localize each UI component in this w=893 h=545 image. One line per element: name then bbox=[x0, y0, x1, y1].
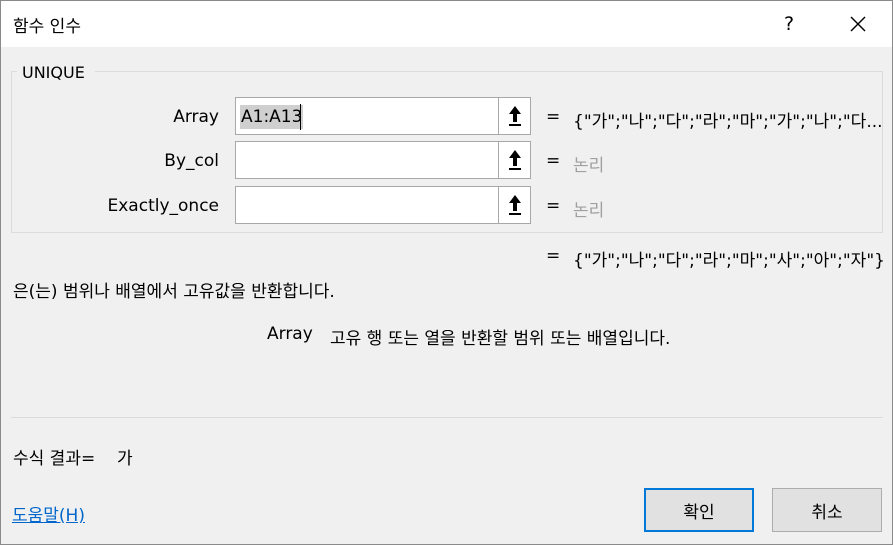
arg-description-text: 고유 행 또는 열을 반환할 범위 또는 배열입니다. bbox=[330, 329, 671, 349]
function-name: UNIQUE bbox=[22, 63, 85, 82]
equals-sign: = bbox=[546, 151, 561, 171]
ok-button[interactable]: 확인 bbox=[644, 488, 754, 532]
cancel-button[interactable]: 취소 bbox=[772, 488, 882, 532]
result-equals-sign: = bbox=[546, 246, 561, 266]
array-input-value: A1:A13 bbox=[240, 105, 304, 129]
equals-sign: = bbox=[546, 196, 561, 216]
exactly-once-collapse-button[interactable] bbox=[498, 187, 530, 223]
text-caret bbox=[300, 104, 301, 130]
collapse-dialog-icon bbox=[509, 106, 521, 126]
formula-result-value: 가 bbox=[117, 449, 133, 469]
close-icon bbox=[850, 16, 866, 32]
exactly-once-evaluated-value: 논리 bbox=[573, 201, 605, 221]
array-collapse-button[interactable] bbox=[498, 98, 530, 134]
formula-result-label: 수식 결과= bbox=[13, 449, 96, 469]
by-col-collapse-button[interactable] bbox=[498, 142, 530, 178]
exactly-once-input-value bbox=[240, 194, 242, 218]
close-button[interactable] bbox=[843, 9, 873, 39]
function-result-value: {"가";"나";"다";"라";"마";"사";"아";"자"} bbox=[573, 251, 885, 271]
help-link[interactable]: 도움말(H) bbox=[12, 501, 85, 526]
dialog-title: 함수 인수 bbox=[13, 17, 81, 37]
arg-label-array: Array bbox=[173, 107, 219, 127]
help-button[interactable]: ? bbox=[777, 9, 801, 39]
equals-sign: = bbox=[546, 107, 561, 127]
collapse-dialog-icon bbox=[509, 150, 521, 170]
by-col-input[interactable] bbox=[235, 141, 531, 179]
arg-label-by-col: By_col bbox=[164, 151, 219, 171]
function-description: 은(는) 범위나 배열에서 고유값을 반환합니다. bbox=[13, 282, 335, 302]
exactly-once-input[interactable] bbox=[235, 186, 531, 224]
function-arguments-dialog: 함수 인수 ? UNIQUE Array A1:A13 = {"가";"나";"… bbox=[0, 0, 893, 545]
separator bbox=[11, 417, 883, 418]
by-col-evaluated-value: 논리 bbox=[573, 156, 605, 176]
by-col-input-value bbox=[240, 149, 242, 173]
arg-description-name: Array bbox=[267, 324, 313, 344]
arg-label-exactly-once: Exactly_once bbox=[107, 196, 220, 216]
title-bar: 함수 인수 ? bbox=[1, 1, 892, 47]
collapse-dialog-icon bbox=[509, 195, 521, 215]
array-evaluated-value: {"가";"나";"다";"라";"마";"가";"나";"다... bbox=[573, 112, 883, 132]
array-input[interactable]: A1:A13 bbox=[235, 97, 531, 135]
